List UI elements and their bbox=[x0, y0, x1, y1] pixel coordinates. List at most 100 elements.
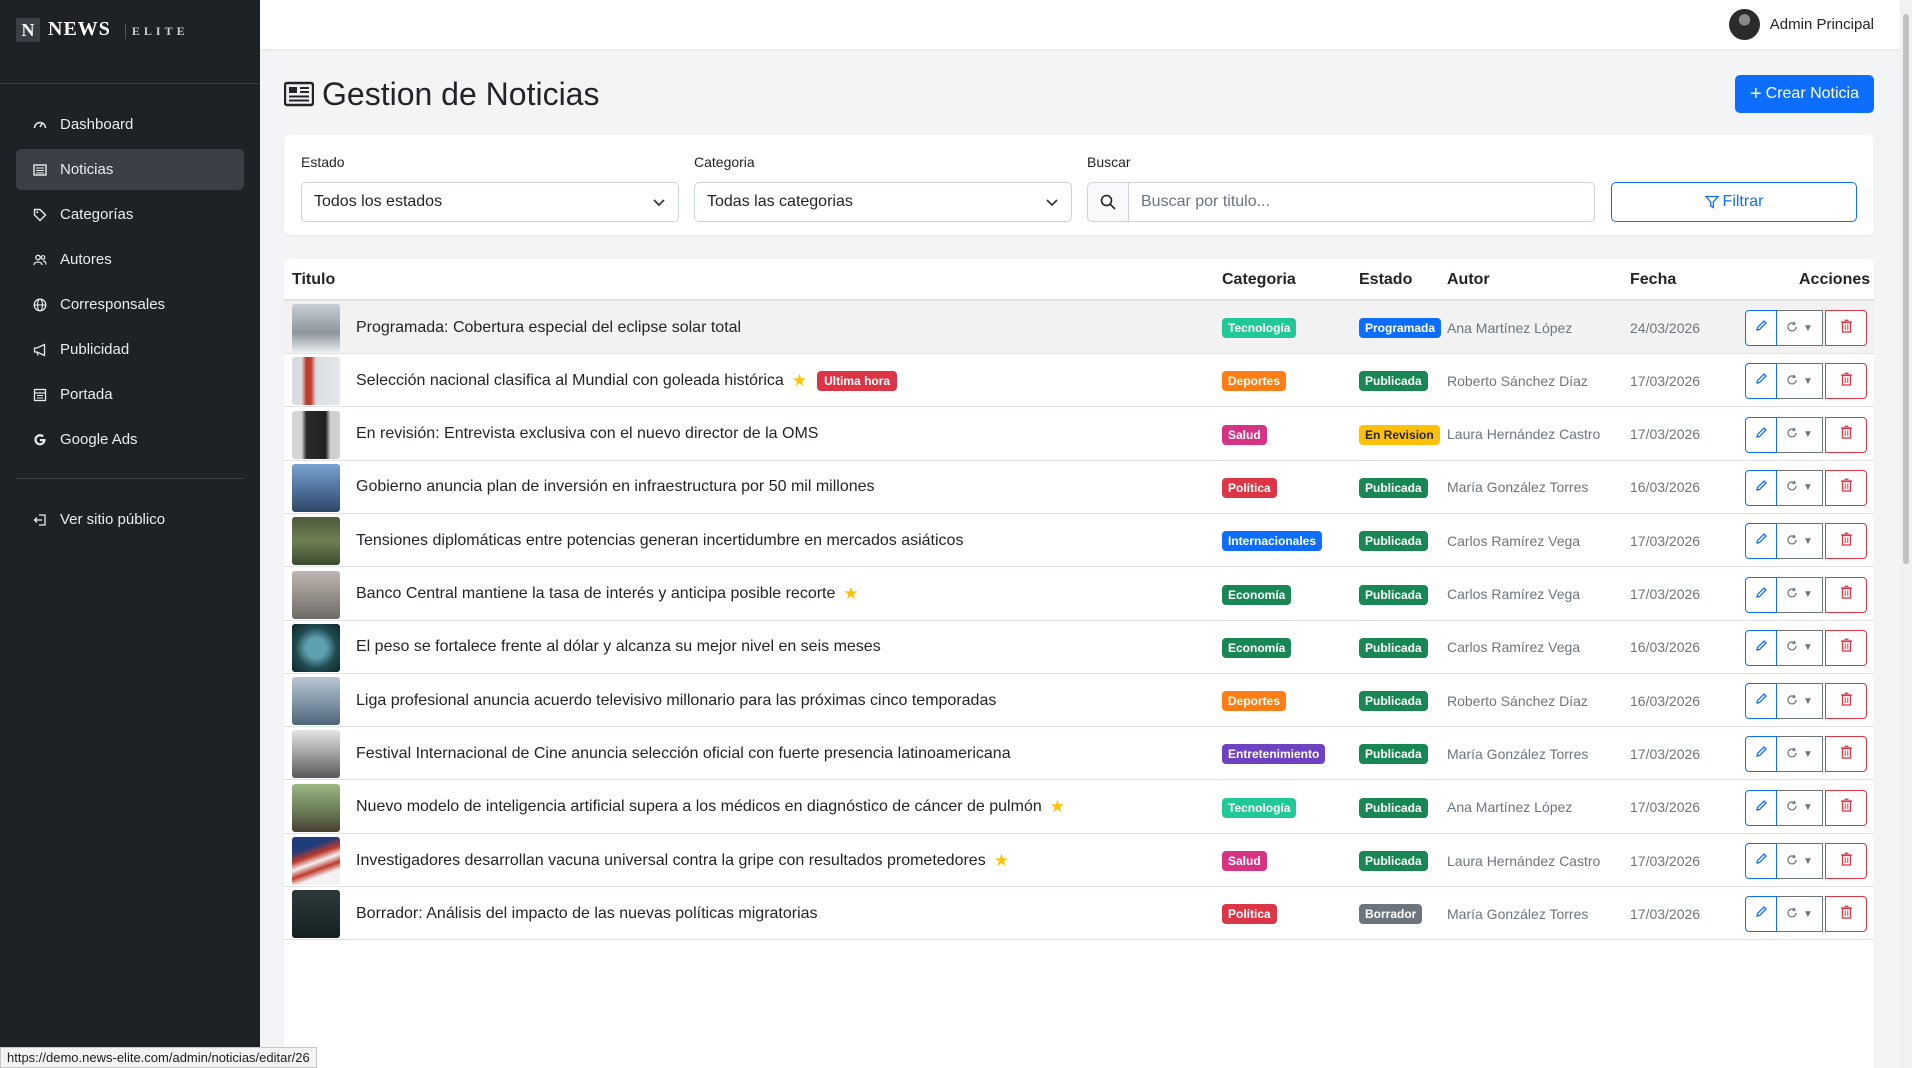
sidebar-item-publicidad[interactable]: Publicidad bbox=[16, 329, 244, 370]
date-cell: 17/03/2026 bbox=[1630, 372, 1701, 389]
edit-button[interactable] bbox=[1745, 310, 1777, 346]
news-title-cell[interactable]: Investigadores desarrollan vacuna univer… bbox=[356, 834, 1009, 887]
category-badge: Entretenimiento bbox=[1222, 744, 1326, 765]
news-title-cell[interactable]: En revisión: Entrevista exclusiva con el… bbox=[356, 408, 818, 461]
status-dropdown-button[interactable]: ▼ bbox=[1777, 789, 1823, 826]
refresh-icon bbox=[1786, 854, 1798, 869]
edit-button[interactable] bbox=[1745, 576, 1777, 613]
news-title-cell[interactable]: Borrador: Análisis del impacto de las nu… bbox=[356, 887, 818, 940]
search-input[interactable]: Buscar por titulo... bbox=[1129, 182, 1595, 222]
table-row[interactable]: Programada: Cobertura especial del eclip… bbox=[284, 301, 1874, 354]
sidebar-item-corresponsales[interactable]: Corresponsales bbox=[16, 284, 244, 325]
table-row[interactable]: Investigadores desarrollan vacuna univer… bbox=[284, 834, 1874, 887]
status-dropdown-button[interactable]: ▼ bbox=[1777, 736, 1823, 773]
pencil-icon bbox=[1755, 372, 1768, 390]
page-scrollbar[interactable] bbox=[1900, 0, 1912, 1068]
news-title-cell[interactable]: Festival Internacional de Cine anuncia s… bbox=[356, 727, 1011, 780]
table-row[interactable]: Liga profesional anuncia acuerdo televis… bbox=[284, 674, 1874, 728]
create-news-button[interactable]: + Crear Noticia bbox=[1734, 75, 1874, 113]
sidebar-item-portada[interactable]: Portada bbox=[16, 374, 244, 415]
caret-down-icon: ▼ bbox=[1803, 855, 1813, 867]
table-row[interactable]: En revisión: Entrevista exclusiva con el… bbox=[284, 408, 1874, 461]
table-row[interactable]: Festival Internacional de Cine anuncia s… bbox=[284, 727, 1874, 781]
edit-button[interactable] bbox=[1745, 683, 1777, 720]
edit-button[interactable] bbox=[1745, 523, 1777, 560]
categoria-select[interactable]: Todas las categorias bbox=[694, 182, 1072, 222]
table-row[interactable]: Gobierno anuncia plan de inversión en in… bbox=[284, 461, 1874, 514]
status-dropdown-button[interactable]: ▼ bbox=[1777, 416, 1823, 453]
status-dropdown-button[interactable]: ▼ bbox=[1777, 576, 1823, 613]
delete-button[interactable] bbox=[1825, 576, 1867, 613]
delete-button[interactable] bbox=[1825, 843, 1867, 879]
edit-button[interactable] bbox=[1745, 896, 1777, 933]
pencil-icon bbox=[1755, 319, 1768, 337]
table-row[interactable]: Banco Central mantiene la tasa de interé… bbox=[284, 568, 1874, 621]
estado-select[interactable]: Todos los estados bbox=[301, 182, 679, 222]
tags-icon bbox=[32, 207, 48, 223]
status-dropdown-button[interactable]: ▼ bbox=[1777, 896, 1823, 933]
status-badge: Publicada bbox=[1359, 371, 1428, 392]
news-title-cell[interactable]: Nuevo modelo de inteligencia artificial … bbox=[356, 781, 1065, 834]
categoria-label: Categoria bbox=[694, 154, 755, 170]
news-title-cell[interactable]: Programada: Cobertura especial del eclip… bbox=[356, 301, 741, 354]
delete-button[interactable] bbox=[1825, 523, 1867, 560]
news-title-cell[interactable]: Gobierno anuncia plan de inversión en in… bbox=[356, 461, 875, 514]
table-row[interactable]: Selección nacional clasifica al Mundial … bbox=[284, 354, 1874, 408]
edit-button[interactable] bbox=[1745, 843, 1777, 879]
news-title-cell[interactable]: Selección nacional clasifica al Mundial … bbox=[356, 354, 898, 407]
delete-button[interactable] bbox=[1825, 896, 1867, 933]
delete-button[interactable] bbox=[1825, 310, 1867, 346]
header-estado: Estado bbox=[1359, 271, 1413, 288]
table-row[interactable]: El peso se fortalece frente al dólar y a… bbox=[284, 621, 1874, 674]
news-title-cell[interactable]: El peso se fortalece frente al dólar y a… bbox=[356, 621, 881, 674]
delete-button[interactable] bbox=[1825, 416, 1867, 453]
edit-button[interactable] bbox=[1745, 736, 1777, 773]
user-menu[interactable]: Admin Principal bbox=[1728, 9, 1874, 40]
delete-button[interactable] bbox=[1825, 363, 1867, 400]
delete-button[interactable] bbox=[1825, 736, 1867, 773]
date-cell: 16/03/2026 bbox=[1630, 692, 1701, 709]
status-dropdown-button[interactable]: ▼ bbox=[1777, 310, 1823, 346]
filter-button[interactable]: Filtrar bbox=[1611, 182, 1857, 222]
table-row[interactable]: Borrador: Análisis del impacto de las nu… bbox=[284, 887, 1874, 941]
category-badge: Economía bbox=[1222, 584, 1292, 605]
edit-button[interactable] bbox=[1745, 469, 1777, 506]
delete-button[interactable] bbox=[1825, 683, 1867, 720]
status-dropdown-button[interactable]: ▼ bbox=[1777, 469, 1823, 506]
sidebar-item-autores[interactable]: Autores bbox=[16, 239, 244, 280]
sidebar-item-label: Portada bbox=[60, 386, 113, 403]
news-title-cell[interactable]: Tensiones diplomáticas entre potencias g… bbox=[356, 514, 963, 567]
sidebar-item-public-site[interactable]: Ver sitio público bbox=[16, 499, 244, 540]
date-cell: 17/03/2026 bbox=[1630, 586, 1701, 602]
sidebar-item-label: Google Ads bbox=[60, 431, 138, 448]
date-cell: 17/03/2026 bbox=[1630, 799, 1701, 816]
status-dropdown-button[interactable]: ▼ bbox=[1777, 683, 1823, 720]
search-icon bbox=[1087, 182, 1129, 222]
sidebar-item-dashboard[interactable]: Dashboard bbox=[16, 104, 244, 145]
brand-logo[interactable]: N NEWS ELITE bbox=[0, 0, 260, 84]
status-dropdown-button[interactable]: ▼ bbox=[1777, 523, 1823, 560]
edit-button[interactable] bbox=[1745, 629, 1777, 666]
refresh-icon bbox=[1786, 800, 1798, 815]
sidebar-item-categorias[interactable]: Categorías bbox=[16, 194, 244, 235]
sidebar-nav: Dashboard Noticias Categorías Autores Corres… bbox=[0, 84, 260, 540]
table-row[interactable]: Nuevo modelo de inteligencia artificial … bbox=[284, 781, 1874, 834]
news-title-cell[interactable]: Banco Central mantiene la tasa de interé… bbox=[356, 568, 859, 621]
sidebar-item-google-ads[interactable]: Google Ads bbox=[16, 419, 244, 460]
delete-button[interactable] bbox=[1825, 789, 1867, 826]
author-cell: Carlos Ramírez Vega bbox=[1447, 639, 1581, 656]
edit-button[interactable] bbox=[1745, 416, 1777, 453]
date-cell: 16/03/2026 bbox=[1630, 639, 1701, 656]
sidebar-item-noticias[interactable]: Noticias bbox=[16, 149, 244, 190]
news-title: Selección nacional clasifica al Mundial … bbox=[356, 371, 784, 389]
scrollbar-thumb[interactable] bbox=[1903, 14, 1909, 564]
status-dropdown-button[interactable]: ▼ bbox=[1777, 629, 1823, 666]
status-dropdown-button[interactable]: ▼ bbox=[1777, 363, 1823, 400]
status-dropdown-button[interactable]: ▼ bbox=[1777, 843, 1823, 879]
edit-button[interactable] bbox=[1745, 363, 1777, 400]
news-title-cell[interactable]: Liga profesional anuncia acuerdo televis… bbox=[356, 674, 996, 727]
delete-button[interactable] bbox=[1825, 629, 1867, 666]
delete-button[interactable] bbox=[1825, 469, 1867, 506]
table-row[interactable]: Tensiones diplomáticas entre potencias g… bbox=[284, 514, 1874, 568]
edit-button[interactable] bbox=[1745, 789, 1777, 826]
